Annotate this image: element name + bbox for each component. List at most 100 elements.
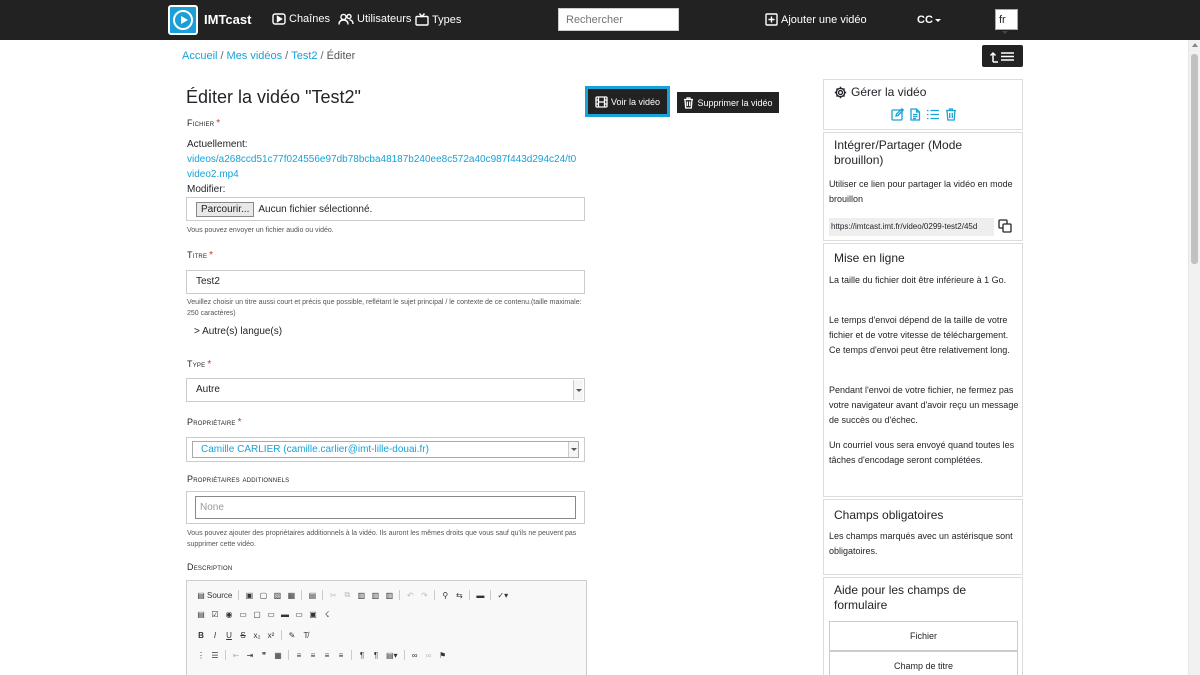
trash-icon[interactable] <box>945 108 957 121</box>
radio-icon[interactable]: ◉ <box>225 610 233 619</box>
hidden-field-icon[interactable]: ▣ <box>309 610 317 619</box>
button-icon[interactable]: ▬ <box>281 610 289 619</box>
link-icon[interactable]: ∞ <box>411 651 419 660</box>
manage-video-title: Gérer la vidéo <box>834 85 926 99</box>
title-input[interactable]: Test2 <box>186 270 585 294</box>
additional-owners-input[interactable]: None <box>195 496 576 519</box>
textfield-icon[interactable]: ▭ <box>239 610 247 619</box>
search-input[interactable] <box>558 8 679 31</box>
other-languages-toggle[interactable]: > Autre(s) langue(s) <box>194 326 282 337</box>
subscript-icon[interactable]: x₂ <box>253 631 261 640</box>
spellcheck-icon[interactable]: ✓▾ <box>497 591 508 600</box>
breadcrumb-home[interactable]: Accueil <box>182 50 217 62</box>
language-select[interactable]: fr <box>995 9 1018 34</box>
strike-icon[interactable]: S <box>239 631 247 640</box>
superscript-icon[interactable]: x² <box>267 631 275 640</box>
find-icon[interactable]: ⚲ <box>441 591 449 600</box>
rtl-icon[interactable]: ¶ <box>372 651 380 660</box>
div-icon[interactable]: ▦ <box>274 651 282 660</box>
chevron-down-icon <box>573 380 583 400</box>
top-navbar: IMTcast Chaînes Utilisateurs Types Ajout… <box>0 0 1200 40</box>
bulleted-list-icon[interactable]: ☰ <box>211 651 219 660</box>
brand-logo-icon[interactable] <box>168 5 198 35</box>
help-title-button[interactable]: Champ de titre <box>829 651 1018 675</box>
owner-select[interactable]: Camille CARLIER (camille.carlier@imt-lil… <box>192 441 579 458</box>
align-center-icon[interactable]: ≡ <box>309 651 317 660</box>
paste-text-icon[interactable]: ▥ <box>371 591 380 600</box>
unlink-icon[interactable]: ∞ <box>425 651 433 660</box>
anchor-icon[interactable]: ⚑ <box>439 651 447 660</box>
add-video-link[interactable]: Ajouter une vidéo <box>765 13 867 26</box>
paste-word-icon[interactable]: ▥ <box>385 591 394 600</box>
cut-icon[interactable]: ✂ <box>329 591 337 600</box>
user-menu[interactable]: CC <box>917 14 941 26</box>
source-button[interactable]: Source <box>207 591 232 600</box>
language-icon[interactable]: ▤▾ <box>386 651 398 660</box>
copy-format-icon[interactable]: ✎ <box>288 631 296 640</box>
view-video-button[interactable]: Voir la vidéo <box>585 86 670 117</box>
scroll-thumb[interactable] <box>1191 54 1198 264</box>
additional-owners-field: None <box>186 491 585 524</box>
select-all-icon[interactable]: ▬ <box>476 591 484 600</box>
paste-icon[interactable]: ▥ <box>357 591 366 600</box>
checkbox-icon[interactable]: ☑ <box>211 610 219 619</box>
textarea-icon[interactable]: ▢ <box>253 610 261 619</box>
share-text: Utiliser ce lien pour partager la vidéo … <box>829 179 1013 204</box>
ltr-icon[interactable]: ¶ <box>358 651 366 660</box>
redo-icon[interactable]: ↷ <box>420 591 428 600</box>
print-icon[interactable]: ▦ <box>287 591 296 600</box>
file-modify-label: Modifier: <box>187 184 226 195</box>
image-button-icon[interactable]: ▭ <box>295 610 303 619</box>
breadcrumb-my-videos[interactable]: Mes vidéos <box>227 50 283 62</box>
breadcrumb-current: Éditer <box>326 50 356 62</box>
editor-toolbar-row-1: ▤ Source ▣ ▢ ▧ ▦ ▤ ✂ ⧉ ▥ ▥ ▥ ↶ ↷ ⚲ ⇆ ▬ ✓▾ <box>197 590 508 600</box>
save-icon[interactable]: ▣ <box>245 591 254 600</box>
copy-link-button[interactable] <box>998 219 1012 236</box>
file-input[interactable]: Parcourir... Aucun fichier sélectionné. <box>186 197 585 221</box>
page-scrollbar[interactable] <box>1188 40 1200 675</box>
browse-button[interactable]: Parcourir... <box>196 201 255 217</box>
outdent-icon[interactable]: ⇤ <box>232 651 240 660</box>
nav-types[interactable]: Types <box>415 13 461 26</box>
source-icon[interactable]: ▤ <box>197 591 205 600</box>
play-square-icon <box>272 13 286 25</box>
new-page-icon[interactable]: ▢ <box>259 591 268 600</box>
scroll-up-arrow-icon[interactable] <box>1192 43 1198 47</box>
edit-icon[interactable] <box>891 108 904 121</box>
breadcrumb-video[interactable]: Test2 <box>291 50 317 62</box>
nav-users[interactable]: Utilisateurs <box>338 13 411 25</box>
trash-icon <box>684 96 694 109</box>
remove-format-icon[interactable]: T̸ <box>302 631 310 640</box>
type-select[interactable]: Autre <box>186 378 585 402</box>
preview-icon[interactable]: ▧ <box>273 591 282 600</box>
collapse-sidebar-button[interactable] <box>982 45 1023 67</box>
align-right-icon[interactable]: ≡ <box>323 651 331 660</box>
italic-icon[interactable]: I <box>211 631 219 640</box>
indent-icon[interactable]: ⇥ <box>246 651 254 660</box>
file-help: Vous pouvez envoyer un fichier audio ou … <box>187 227 334 234</box>
numbered-list-icon[interactable]: ⋮ <box>197 651 205 660</box>
brand-name[interactable]: IMTcast <box>204 12 251 27</box>
manage-video-card: Gérer la vidéo <box>823 79 1023 130</box>
replace-icon[interactable]: ⇆ <box>455 591 463 600</box>
share-url-input[interactable]: https://imtcast.imt.fr/video/0299-test2/… <box>829 218 994 236</box>
justify-icon[interactable]: ≡ <box>337 651 345 660</box>
form-icon[interactable]: ▤ <box>197 610 205 619</box>
gear-icon <box>834 86 847 98</box>
delete-video-button[interactable]: Supprimer la vidéo <box>677 92 779 113</box>
templates-icon[interactable]: ▤ <box>308 591 317 600</box>
document-icon[interactable] <box>909 108 921 121</box>
help-file-button[interactable]: Fichier <box>829 621 1018 651</box>
file-current-link[interactable]: videos/a268ccd51c77f024556e97db78bcba481… <box>187 152 577 182</box>
select-icon[interactable]: ▭ <box>267 610 275 619</box>
description-editor[interactable]: ▤ Source ▣ ▢ ▧ ▦ ▤ ✂ ⧉ ▥ ▥ ▥ ↶ ↷ ⚲ ⇆ ▬ ✓▾ ▤ ☑ ◉ ▭ ▢ ▭ ▬ ▭… <box>186 580 587 675</box>
flash-icon[interactable]: ☇ <box>323 610 331 619</box>
align-left-icon[interactable]: ≡ <box>295 651 303 660</box>
copy-icon[interactable]: ⧉ <box>343 590 351 600</box>
blockquote-icon[interactable]: ❞ <box>260 651 268 660</box>
nav-channels[interactable]: Chaînes <box>272 13 330 25</box>
list-icon[interactable] <box>926 108 940 121</box>
undo-icon[interactable]: ↶ <box>406 591 414 600</box>
underline-icon[interactable]: U <box>225 631 233 640</box>
bold-icon[interactable]: B <box>197 631 205 640</box>
